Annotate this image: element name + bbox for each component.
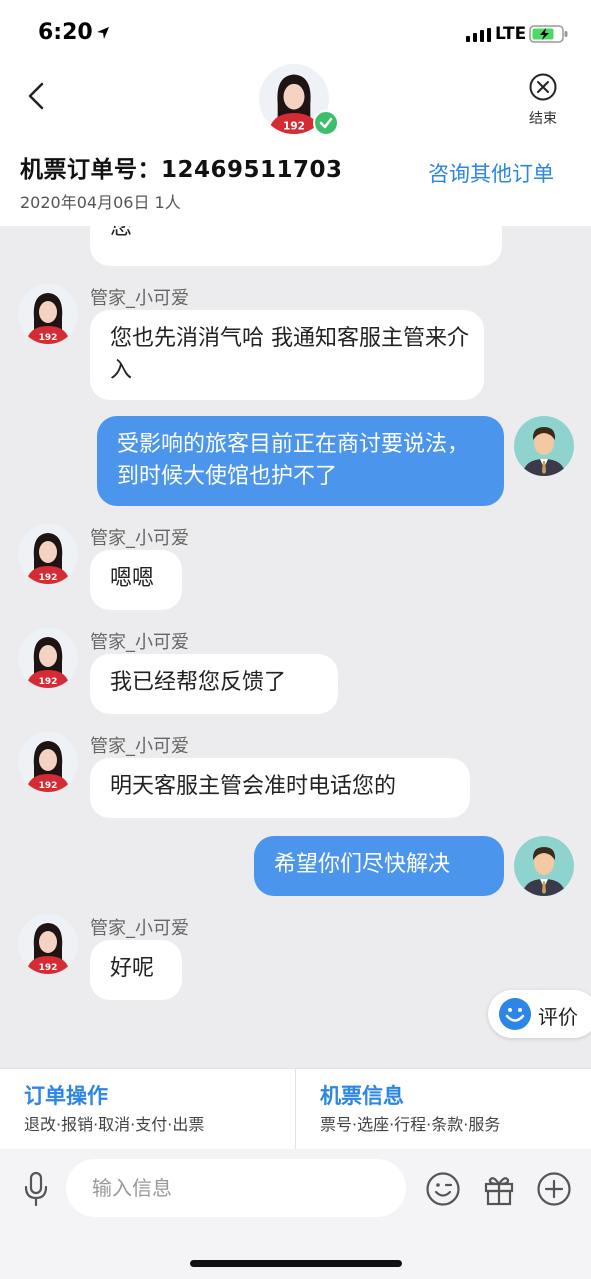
- plus-icon[interactable]: [536, 1171, 572, 1207]
- signal-icon: [466, 28, 491, 42]
- message-text: 明天客服主管会准时电话您的: [110, 774, 397, 799]
- status-bar: 6:20 LTE: [0, 0, 591, 62]
- network-type: LTE: [495, 24, 527, 44]
- user-avatar[interactable]: [514, 416, 574, 476]
- rate-label: 评价: [538, 1005, 578, 1029]
- verified-badge-icon: [313, 110, 339, 136]
- message-bubble: 嗯嗯: [90, 550, 182, 610]
- message-bubble: 明天客服主管会准时电话您的: [90, 758, 470, 818]
- location-arrow-icon: [97, 27, 109, 39]
- smile-icon: [499, 998, 531, 1030]
- sender-name: 管家_小可爱: [90, 632, 189, 653]
- home-indicator: [190, 1260, 402, 1267]
- svg-text:192: 192: [39, 781, 58, 791]
- emoji-icon[interactable]: [425, 1171, 461, 1207]
- message-bubble: 好呢: [90, 940, 182, 1000]
- sender-name: 管家_小可爱: [90, 918, 189, 939]
- svg-text:192: 192: [39, 333, 58, 343]
- message-text: 您也先消消气哈 我通知客服主管来介入: [110, 326, 469, 383]
- svg-text:192: 192: [39, 963, 58, 973]
- microphone-icon[interactable]: [20, 1171, 52, 1207]
- order-operations-panel: 订单操作 退改·报销·取消·支付·出票 机票信息 票号·选座·行程·条款·服务: [0, 1068, 591, 1150]
- rate-button[interactable]: 评价: [488, 990, 591, 1038]
- close-circle-icon: [529, 73, 557, 101]
- message-input-bar: [0, 1149, 591, 1279]
- status-time: 6:20: [38, 20, 93, 45]
- consult-other-orders-link[interactable]: 咨询其他订单: [428, 158, 554, 188]
- message-input[interactable]: [66, 1159, 406, 1217]
- chat-messages[interactable]: 您 192 管家_小可爱 您也先消消气哈 我通知客服主管来介入 受影响的旅客目前…: [0, 226, 591, 1068]
- message-bubble: 受影响的旅客目前正在商讨要说法，到时候大使馆也护不了: [97, 416, 504, 506]
- agent-avatar[interactable]: 192: [18, 524, 78, 584]
- ticket-info-button[interactable]: 机票信息 票号·选座·行程·条款·服务: [320, 1069, 580, 1149]
- battery-icon: [529, 25, 568, 43]
- end-chat-label: 结束: [529, 111, 557, 127]
- message-text: 嗯嗯: [110, 566, 155, 591]
- agent-avatar[interactable]: 192: [18, 284, 78, 344]
- message-text: 好呢: [110, 956, 155, 981]
- user-avatar[interactable]: [514, 836, 574, 896]
- svg-text:192: 192: [39, 677, 58, 687]
- agent-avatar[interactable]: 192: [18, 914, 78, 974]
- sender-name: 管家_小可爱: [90, 736, 189, 757]
- message-text: 受影响的旅客目前正在商讨要说法，到时候大使馆也护不了: [117, 432, 470, 489]
- back-icon[interactable]: [20, 76, 56, 116]
- agent-avatar[interactable]: 192: [18, 732, 78, 792]
- order-date-passengers: 2020年04月06日 1人: [20, 193, 181, 212]
- gift-icon[interactable]: [481, 1171, 517, 1207]
- ticket-info-title: 机票信息: [320, 1084, 404, 1108]
- order-number: 机票订单号：12469511703: [20, 157, 343, 183]
- sender-name: 管家_小可爱: [90, 528, 189, 549]
- order-operations-subtitle: 退改·报销·取消·支付·出票: [24, 1115, 205, 1134]
- ticket-info-subtitle: 票号·选座·行程·条款·服务: [320, 1115, 501, 1134]
- message-bubble: 我已经帮您反馈了: [90, 654, 338, 714]
- chat-header: 192 结束 机票订单号：12469511703 2020年04月06日 1人 …: [0, 62, 591, 226]
- message-bubble: 您也先消消气哈 我通知客服主管来介入: [90, 310, 484, 400]
- message-text: 您: [110, 226, 133, 240]
- order-operations-button[interactable]: 订单操作 退改·报销·取消·支付·出票: [24, 1069, 284, 1149]
- message-bubble: 您: [90, 226, 502, 266]
- message-text: 希望你们尽快解决: [274, 852, 451, 877]
- svg-text:192: 192: [39, 573, 58, 583]
- end-chat-button[interactable]: 结束: [520, 70, 566, 128]
- message-bubble: 希望你们尽快解决: [254, 836, 504, 896]
- svg-text:192: 192: [283, 120, 305, 132]
- order-operations-title: 订单操作: [24, 1084, 108, 1108]
- sender-name: 管家_小可爱: [90, 288, 189, 309]
- divider: [295, 1069, 296, 1149]
- agent-avatar[interactable]: 192: [18, 628, 78, 688]
- message-text: 我已经帮您反馈了: [110, 670, 287, 695]
